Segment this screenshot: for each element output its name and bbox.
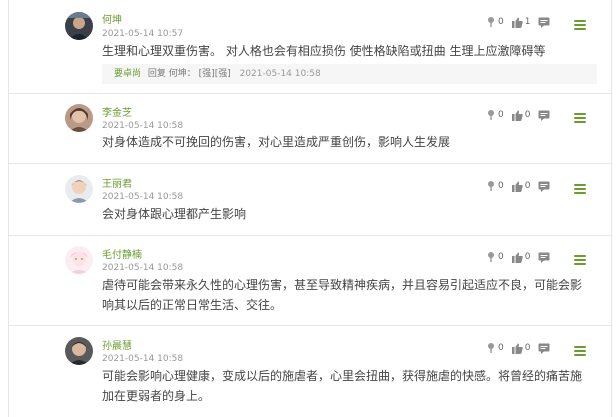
thumbs-up-icon xyxy=(511,17,523,28)
comment-time: 2021-05-14 10:57 xyxy=(102,29,184,39)
comment-author[interactable]: 孙晨慧 xyxy=(102,341,132,353)
comment-text: 会对身体跟心理都产生影响 xyxy=(102,207,247,221)
like-button[interactable]: 0 xyxy=(511,252,531,263)
flower-count: 0 xyxy=(498,17,504,27)
thumbs-up-icon xyxy=(511,110,523,121)
flower-button[interactable]: 0 xyxy=(486,16,504,28)
menu-icon[interactable] xyxy=(574,20,586,32)
comment-actions: 0 0 xyxy=(486,179,560,193)
chat-icon xyxy=(538,110,550,121)
flower-icon xyxy=(488,343,494,353)
flower-count: 0 xyxy=(498,343,504,353)
like-button[interactable]: 1 xyxy=(511,17,531,28)
comment-actions: 0 0 xyxy=(486,108,560,122)
reply-button[interactable] xyxy=(538,17,552,28)
comment-item: 李金芝 2021-05-14 10:58 对身体造成不可挽回的伤害，对心里造成严… xyxy=(8,94,612,164)
menu-icon[interactable] xyxy=(574,113,586,125)
reply-author[interactable]: 要卓尚 xyxy=(114,69,141,79)
comment-time: 2021-05-14 10:58 xyxy=(102,192,184,202)
comment-actions: 0 0 xyxy=(486,341,560,355)
comment-item: 王丽君 2021-05-14 10:58 会对身体跟心理都产生影响 0 0 xyxy=(8,164,612,236)
comment-item: 何坤 2021-05-14 10:57 生理和心理双重伤害。 对人格也会有相应损… xyxy=(8,0,612,94)
like-count: 0 xyxy=(524,110,531,120)
comment-text: 生理和心理双重伤害。 对人格也会有相应损伤 使性格缺陷或扭曲 生理上应激障碍等 xyxy=(102,44,546,58)
flower-icon xyxy=(488,17,494,27)
reply-box: 要卓尚 回复 何坤： [强][强] 2021-05-14 10:58 xyxy=(102,64,597,84)
flower-button[interactable]: 0 xyxy=(486,342,504,354)
comment-time: 2021-05-14 10:58 xyxy=(102,354,184,364)
comment-time: 2021-05-14 10:58 xyxy=(102,263,184,273)
avatar[interactable] xyxy=(65,175,93,203)
avatar[interactable] xyxy=(65,12,93,40)
flower-button[interactable]: 0 xyxy=(486,251,504,263)
avatar[interactable] xyxy=(65,104,93,132)
chat-icon xyxy=(538,343,550,354)
thumbs-up-icon xyxy=(511,252,523,263)
flower-button[interactable]: 0 xyxy=(486,109,504,121)
chat-icon xyxy=(538,181,550,192)
reply-button[interactable] xyxy=(538,181,552,192)
like-count: 0 xyxy=(524,181,531,191)
comment-actions: 0 1 xyxy=(486,15,560,29)
like-button[interactable]: 0 xyxy=(511,343,531,354)
flower-button[interactable]: 0 xyxy=(486,180,504,192)
flower-count: 0 xyxy=(498,110,504,120)
reply-button[interactable] xyxy=(538,343,552,354)
avatar[interactable] xyxy=(65,337,93,365)
comment-text: 对身体造成不可挽回的伤害，对心里造成严重创伤，影响人生发展 xyxy=(102,135,451,149)
chat-icon xyxy=(538,17,550,28)
menu-icon[interactable] xyxy=(574,184,586,196)
reply-target[interactable]: 何坤： xyxy=(169,69,196,79)
thumbs-up-icon xyxy=(511,343,523,354)
flower-count: 0 xyxy=(498,252,504,262)
comment-list: 何坤 2021-05-14 10:57 生理和心理双重伤害。 对人格也会有相应损… xyxy=(0,0,616,417)
comment-actions: 0 0 xyxy=(486,250,560,264)
comment-author[interactable]: 何坤 xyxy=(102,15,122,27)
comment-author[interactable]: 王丽君 xyxy=(102,179,132,191)
reply-content: [强][强] xyxy=(198,69,231,79)
avatar[interactable] xyxy=(65,246,93,274)
like-count: 1 xyxy=(524,17,531,27)
like-count: 0 xyxy=(524,252,531,262)
flower-icon xyxy=(488,110,494,120)
like-count: 0 xyxy=(524,343,531,353)
comment-author[interactable]: 毛付静楠 xyxy=(102,250,142,262)
chat-icon xyxy=(538,252,550,263)
comment-author[interactable]: 李金芝 xyxy=(102,108,132,120)
thumbs-up-icon xyxy=(511,181,523,192)
reply-button[interactable] xyxy=(538,110,552,121)
like-button[interactable]: 0 xyxy=(511,110,531,121)
like-button[interactable]: 0 xyxy=(511,181,531,192)
flower-count: 0 xyxy=(498,181,504,191)
menu-icon[interactable] xyxy=(574,346,586,358)
comment-time: 2021-05-14 10:58 xyxy=(102,121,184,131)
flower-icon xyxy=(488,252,494,262)
reply-verb: 回复 xyxy=(147,69,166,79)
reply-time: 2021-05-14 10:58 xyxy=(239,69,321,79)
comment-item: 孙晨慧 2021-05-14 10:58 可能会影响心理健康，变成以后的施虐者，… xyxy=(8,326,612,417)
comment-item: 毛付静楠 2021-05-14 10:58 虐待可能会带来永久性的心理伤害，甚至… xyxy=(8,236,612,326)
comment-text: 虐待可能会带来永久性的心理伤害，甚至导致精神疾病，并且容易引起适应不良，可能会影… xyxy=(102,278,583,312)
reply-button[interactable] xyxy=(538,252,552,263)
menu-icon[interactable] xyxy=(574,255,586,267)
comment-text: 可能会影响心理健康，变成以后的施虐者，心里会扭曲，获得施虐的快感。将曾经的痛苦施… xyxy=(102,369,583,403)
flower-icon xyxy=(488,181,494,191)
